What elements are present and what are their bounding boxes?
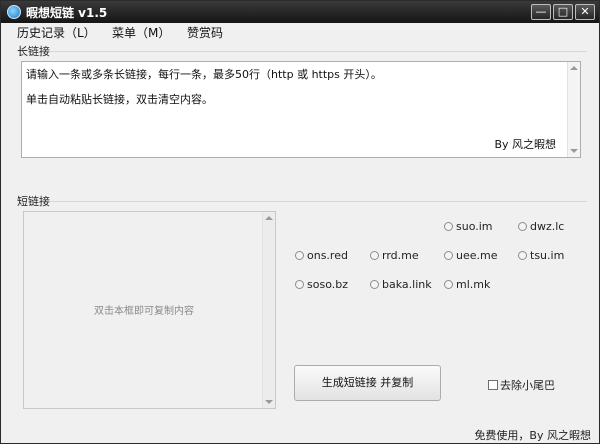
radio-icon	[295, 251, 304, 260]
service-label: dwz.lc	[530, 220, 565, 233]
service-label: tsu.im	[530, 249, 565, 262]
service-radio-tsu-im[interactable]: tsu.im	[518, 249, 564, 262]
scroll-up-icon[interactable]	[265, 216, 273, 220]
radio-icon	[370, 251, 379, 260]
title-bar[interactable]: 暇想短链 v1.5 — □ ✕	[1, 1, 599, 23]
radio-icon	[444, 251, 453, 260]
short-link-output[interactable]: 双击本框即可复制内容	[23, 211, 276, 409]
service-label: ons.red	[307, 249, 348, 262]
radio-icon	[444, 222, 453, 231]
service-radio-suo-im[interactable]: suo.im	[444, 220, 493, 233]
scroll-up-icon[interactable]	[570, 66, 578, 70]
remove-tail-checkbox[interactable]: 去除小尾巴	[488, 377, 555, 393]
radio-icon	[370, 280, 379, 289]
remove-tail-label: 去除小尾巴	[500, 379, 555, 392]
service-radio-soso-bz[interactable]: soso.bz	[295, 278, 348, 291]
checkbox-icon[interactable]	[488, 380, 498, 390]
menu-bar: 历史记录（L） 菜单（M） 赞赏码	[1, 23, 599, 41]
service-radio-baka-link[interactable]: baka.link	[370, 278, 432, 291]
status-text: 免费使用，By 风之暇想	[474, 429, 591, 442]
scroll-down-icon[interactable]	[265, 400, 273, 404]
menu-donate[interactable]: 赞赏码	[187, 24, 223, 41]
long-link-divider	[49, 51, 587, 52]
long-link-author: By 风之暇想	[494, 138, 556, 151]
long-link-group-label: 长链接	[17, 45, 50, 58]
long-link-input[interactable]: 请输入一条或多条长链接，每行一条，最多50行（http 或 https 开头）。…	[21, 61, 581, 158]
long-link-scrollbar[interactable]	[567, 62, 580, 157]
service-radio-rrd-me[interactable]: rrd.me	[370, 249, 419, 262]
minimize-button[interactable]: —	[531, 4, 551, 20]
scroll-down-icon[interactable]	[570, 149, 578, 153]
app-icon	[7, 5, 21, 19]
long-link-instruction-1: 请输入一条或多条长链接，每行一条，最多50行（http 或 https 开头）。	[26, 68, 382, 81]
service-label: uee.me	[456, 249, 498, 262]
radio-icon	[444, 280, 453, 289]
service-label: suo.im	[456, 220, 493, 233]
service-radio-ons-red[interactable]: ons.red	[295, 249, 348, 262]
close-button[interactable]: ✕	[575, 4, 595, 20]
window-title: 暇想短链 v1.5	[26, 6, 108, 20]
short-link-group-label: 短链接	[17, 195, 50, 208]
short-link-scrollbar[interactable]	[262, 212, 275, 408]
app-window: 暇想短链 v1.5 — □ ✕ 历史记录（L） 菜单（M） 赞赏码 长链接 请输…	[0, 0, 600, 444]
service-radio-uee-me[interactable]: uee.me	[444, 249, 498, 262]
service-radio-dwz-lc[interactable]: dwz.lc	[518, 220, 564, 233]
radio-icon	[518, 251, 527, 260]
short-link-divider	[49, 201, 587, 202]
service-radio-ml-mk[interactable]: ml.mk	[444, 278, 490, 291]
maximize-button[interactable]: □	[553, 4, 573, 20]
short-link-hint: 双击本框即可复制内容	[94, 306, 194, 317]
service-label: soso.bz	[307, 278, 348, 291]
service-label: baka.link	[382, 278, 432, 291]
generate-short-link-button[interactable]: 生成短链接 并复制	[294, 365, 441, 401]
menu-menu[interactable]: 菜单（M）	[112, 24, 170, 41]
menu-history[interactable]: 历史记录（L）	[17, 24, 96, 41]
long-link-instruction-2: 单击自动粘贴长链接，双击清空内容。	[26, 93, 213, 106]
radio-icon	[518, 222, 527, 231]
service-label: rrd.me	[382, 249, 419, 262]
service-label: ml.mk	[456, 278, 491, 291]
radio-icon	[295, 280, 304, 289]
